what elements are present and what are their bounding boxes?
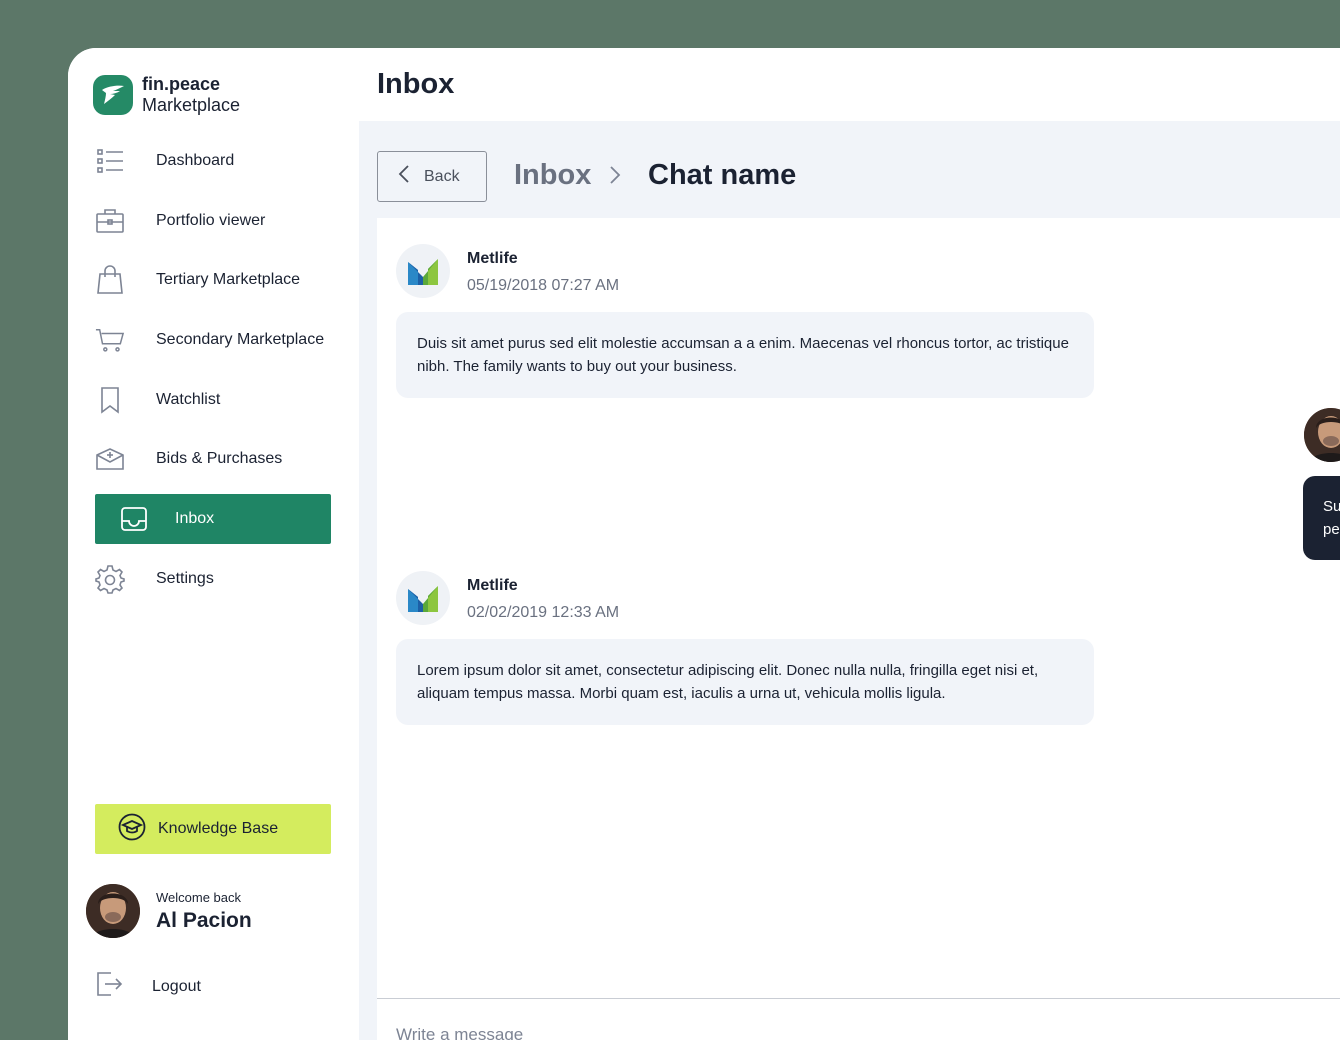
logout-icon (95, 970, 123, 1003)
chat-thread: Metlife 05/19/2018 07:27 AM Duis sit ame… (377, 218, 1340, 1019)
sidebar: fin.peace Marketplace Dashboard Portfoli… (68, 48, 359, 1040)
message-item: Metlife 05/19/2018 07:27 AM Duis sit ame… (396, 244, 1094, 398)
message-input[interactable] (396, 1021, 1296, 1040)
brand-bird-icon (93, 74, 133, 115)
knowledge-base-label: Knowledge Base (158, 820, 279, 837)
briefcase-icon (95, 206, 125, 236)
sidebar-item-inbox[interactable]: Inbox (95, 494, 331, 545)
avatar (1304, 408, 1340, 462)
gear-icon (95, 564, 125, 594)
chevron-right-icon (609, 165, 621, 190)
back-label: Back (424, 167, 460, 185)
chevron-left-icon (398, 164, 410, 189)
sidebar-item-label: Inbox (175, 510, 215, 528)
sidebar-item-secondary-marketplace[interactable]: Secondary Marketplace (95, 315, 331, 365)
message-composer (377, 998, 1340, 1040)
sidebar-item-label: Tertiary Marketplace (156, 271, 301, 289)
sidebar-item-label: Watchlist (156, 390, 221, 408)
sidebar-item-label: Secondary Marketplace (156, 331, 325, 349)
sidebar-item-label: Settings (156, 569, 214, 587)
breadcrumb-inbox-link[interactable]: Inbox (514, 159, 591, 192)
sidebar-item-label: Bids & Purchases (156, 450, 283, 468)
metlife-logo-icon (396, 571, 450, 625)
brand-name: fin.peace (142, 74, 221, 94)
welcome-text: Welcome back (156, 889, 242, 905)
back-button[interactable]: Back (377, 151, 487, 202)
graduation-cap-icon (118, 813, 146, 846)
message-timestamp: 02/02/2019 12:33 AM (467, 604, 620, 621)
sidebar-item-label: Portfolio viewer (156, 211, 266, 229)
brand-subtitle: Marketplace (142, 94, 241, 115)
chat-name-title: Chat name (648, 159, 797, 191)
brand-logo[interactable]: fin.peace Marketplace (93, 74, 240, 115)
message-bubble: Lorem ipsum dolor sit amet, consectetur … (396, 639, 1094, 725)
page-title: Inbox (377, 68, 455, 100)
sidebar-item-bids-purchases[interactable]: Bids & Purchases (95, 434, 331, 484)
user-name: Al Pacion (156, 908, 252, 932)
sidebar-item-settings[interactable]: Settings (95, 554, 331, 604)
outgoing-message-bubble: Su pe (1303, 476, 1340, 560)
box-icon (95, 444, 125, 474)
message-bubble: Duis sit amet purus sed elit molestie ac… (396, 312, 1094, 398)
sidebar-item-watchlist[interactable]: Watchlist (95, 375, 331, 425)
message-timestamp: 05/19/2018 07:27 AM (467, 277, 620, 294)
logout-label: Logout (152, 977, 201, 995)
sidebar-item-tertiary-marketplace[interactable]: Tertiary Marketplace (95, 255, 331, 305)
metlife-logo-icon (396, 244, 450, 298)
message-item: Metlife 02/02/2019 12:33 AM Lorem ipsum … (396, 571, 1094, 725)
breadcrumb: Back Inbox Chat name (359, 121, 1340, 218)
sidebar-item-dashboard[interactable]: Dashboard (95, 136, 331, 186)
shopping-bag-icon (95, 265, 125, 295)
sidebar-item-label: Dashboard (156, 152, 235, 169)
message-sender: Metlife (467, 577, 518, 594)
outgoing-message-line: Su (1323, 498, 1340, 515)
user-profile[interactable]: Welcome back Al Pacion (86, 884, 252, 938)
sidebar-item-portfolio-viewer[interactable]: Portfolio viewer (95, 196, 331, 246)
logout-button[interactable]: Logout (95, 970, 201, 1003)
inbox-icon (119, 504, 149, 534)
list-icon (95, 146, 125, 176)
bookmark-icon (95, 385, 125, 415)
main-panel: Back Inbox Chat name Metlife 05/19/2018 … (359, 121, 1340, 1040)
sidebar-nav: Dashboard Portfolio viewer Tertiary Mark… (95, 136, 331, 614)
avatar (86, 884, 140, 938)
message-sender: Metlife (467, 250, 518, 267)
app-window: fin.peace Marketplace Dashboard Portfoli… (68, 48, 1340, 1040)
knowledge-base-button[interactable]: Knowledge Base (95, 804, 331, 854)
cart-icon (95, 325, 125, 355)
outgoing-message-line: pe (1323, 521, 1340, 538)
